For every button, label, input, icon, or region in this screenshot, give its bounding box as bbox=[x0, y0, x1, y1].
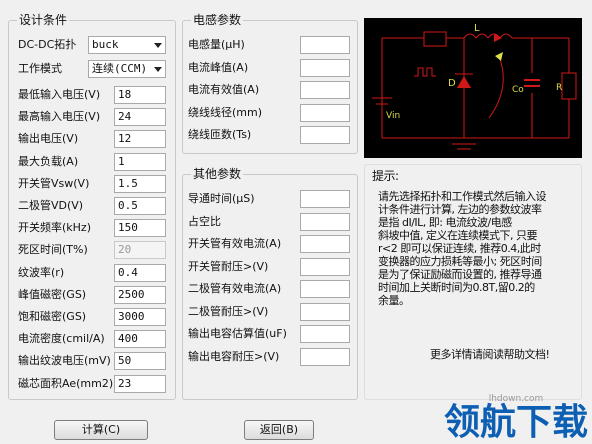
design-field-input[interactable]: 3000 bbox=[114, 308, 166, 326]
topology-value: buck bbox=[92, 38, 119, 51]
watermark: lhdown.com 领航下载 bbox=[444, 394, 588, 442]
other-field-label: 占空比 bbox=[188, 214, 221, 228]
hint-line: 是指 dI/IL, 即: 电流纹波/电感 bbox=[378, 216, 512, 229]
inductor-field-input[interactable] bbox=[300, 126, 350, 144]
design-field-input[interactable]: 400 bbox=[114, 330, 166, 349]
help-link[interactable]: 更多详情请阅读帮助文档! bbox=[430, 348, 550, 361]
design-field-input[interactable]: 12 bbox=[114, 130, 166, 149]
inductor-field-label: 绕线匝数(Ts) bbox=[188, 128, 252, 141]
design-field-input[interactable]: 0.4 bbox=[114, 263, 166, 282]
design-field-label: 最高输入电压(V) bbox=[18, 110, 101, 124]
buck-circuit-diagram: L D Vin Co R bbox=[364, 18, 582, 158]
other-field-label: 输出电容估算值(uF) bbox=[188, 327, 287, 340]
topology-label: DC-DC拓扑 bbox=[18, 38, 77, 51]
capacitor-label: Co bbox=[512, 85, 524, 95]
hint-title: 提示: bbox=[372, 169, 399, 183]
other-field-input[interactable] bbox=[300, 212, 350, 231]
design-field-input[interactable]: 23 bbox=[114, 374, 166, 393]
other-field-label: 开关管有效电流(A) bbox=[188, 237, 282, 250]
design-field-label: 最低输入电压(V) bbox=[18, 88, 101, 101]
other-field-label: 二极管有效电流(A) bbox=[188, 282, 282, 295]
design-field-label: 开关频率(kHz) bbox=[18, 221, 91, 235]
other-field-label: 输出电容耐压>(V) bbox=[188, 349, 280, 363]
design-field-label: 死区时间(T%) bbox=[18, 243, 88, 257]
inductor-label: L bbox=[474, 23, 480, 34]
chevron-down-icon bbox=[154, 67, 162, 72]
design-field-input[interactable]: 1 bbox=[114, 152, 166, 171]
design-field-label: 饱和磁密(GS) bbox=[18, 310, 87, 323]
other-field-label: 开关管耐压>(V) bbox=[188, 259, 269, 273]
inductor-field-label: 电流峰值(A) bbox=[188, 60, 249, 74]
back-button[interactable]: 返回(B) bbox=[244, 420, 314, 440]
topology-select[interactable]: buck bbox=[88, 36, 166, 54]
watermark-brand: 领航下载 bbox=[443, 402, 588, 443]
other-field-input[interactable] bbox=[300, 190, 350, 208]
vin-label: Vin bbox=[386, 111, 400, 121]
design-field-label: 磁芯面积Ae(mm2) bbox=[18, 376, 114, 390]
inductor-field-input[interactable] bbox=[300, 81, 350, 99]
design-field-label: 输出电压(V) bbox=[18, 132, 79, 146]
inductor-field-input[interactable] bbox=[300, 103, 350, 122]
hint-text: 请先选择拓扑和工作模式然后输入设 计条件进行计算, 左边的参数纹波率 是指 dI/I… bbox=[378, 190, 578, 307]
mode-select[interactable]: 连续(CCM) bbox=[88, 60, 166, 78]
hint-line: 斜坡中值, 定义在连续模式下, 只要 bbox=[378, 229, 538, 242]
design-field-label: 开关管Vsw(V) bbox=[18, 176, 90, 190]
other-params-title: 其他参数 bbox=[191, 167, 244, 181]
design-field-input[interactable]: 18 bbox=[114, 86, 166, 104]
design-field-input[interactable]: 150 bbox=[114, 219, 166, 238]
other-field-label: 二极管耐压>(V) bbox=[188, 304, 269, 318]
chevron-down-icon bbox=[154, 43, 162, 48]
hint-line: 请先选择拓扑和工作模式然后输入设 bbox=[378, 190, 547, 203]
other-field-input[interactable] bbox=[300, 325, 350, 343]
design-field-input[interactable]: 20 bbox=[114, 241, 166, 260]
design-field-label: 纹波率(r) bbox=[18, 265, 65, 279]
design-field-label: 二极管VD(V) bbox=[18, 199, 84, 212]
design-field-label: 最大负载(A) bbox=[18, 154, 79, 168]
hint-line: 是为了保证励磁而设置的, 推荐导通 bbox=[378, 268, 542, 281]
hint-line: 计条件进行计算, 左边的参数纹波率 bbox=[378, 203, 542, 216]
hint-line: 余量。 bbox=[378, 294, 410, 307]
diode-label: D bbox=[448, 78, 456, 89]
other-field-input[interactable] bbox=[300, 257, 350, 276]
hint-line: 变换器的应力损耗等最小; 死区时间 bbox=[378, 255, 542, 268]
resistor-label: R bbox=[556, 83, 562, 93]
design-field-label: 峰值磁密(GS) bbox=[18, 287, 87, 301]
mode-label: 工作模式 bbox=[18, 62, 62, 75]
mode-value: 连续(CCM) bbox=[92, 62, 148, 75]
inductor-field-label: 电感量(μH) bbox=[188, 38, 245, 51]
design-field-input[interactable]: 2500 bbox=[114, 285, 166, 304]
other-field-input[interactable] bbox=[300, 302, 350, 321]
calculate-button[interactable]: 计算(C) bbox=[54, 420, 148, 440]
design-field-label: 电流密度(cmil/A) bbox=[18, 332, 105, 346]
inductor-field-input[interactable] bbox=[300, 58, 350, 77]
hint-line: r<2 即可以保证连续, 推荐0.4,此时 bbox=[378, 242, 541, 255]
inductor-params-title: 电感参数 bbox=[191, 13, 244, 27]
design-field-label: 输出纹波电压(mV) bbox=[18, 354, 111, 368]
hint-line: 时间加上关断时间为0.8T,留0.2的 bbox=[378, 281, 535, 294]
inductor-field-input[interactable] bbox=[300, 36, 350, 54]
circuit-schematic: L D Vin Co R bbox=[372, 23, 577, 150]
other-field-input[interactable] bbox=[300, 235, 350, 253]
other-field-input[interactable] bbox=[300, 347, 350, 366]
inductor-field-label: 绕线线径(mm) bbox=[188, 105, 263, 119]
other-field-input[interactable] bbox=[300, 280, 350, 298]
other-field-label: 导通时间(μS) bbox=[188, 192, 255, 205]
inductor-field-label: 电流有效值(A) bbox=[188, 83, 260, 96]
design-field-input[interactable]: 50 bbox=[114, 352, 166, 371]
design-field-input[interactable]: 24 bbox=[114, 108, 166, 127]
design-field-input[interactable]: 1.5 bbox=[114, 174, 166, 193]
design-conditions-title: 设计条件 bbox=[17, 13, 70, 27]
design-field-input[interactable]: 0.5 bbox=[114, 197, 166, 215]
